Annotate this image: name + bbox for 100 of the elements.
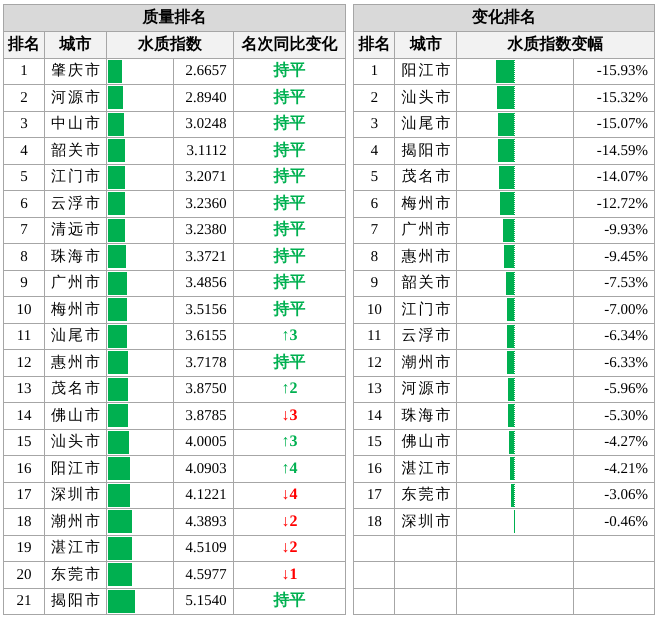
index-cell: 4.5109	[173, 535, 234, 562]
city-cell: 潮州市	[394, 350, 457, 376]
change-cell: 持平	[233, 350, 346, 376]
column-header: 水质指数变幅	[456, 32, 654, 58]
rank-cell: 11	[4, 323, 44, 350]
index-cell: 3.5156	[173, 296, 234, 323]
change-cell: 持平	[233, 217, 346, 244]
index-cell: 4.5977	[173, 562, 234, 588]
rank-cell: 1	[354, 58, 395, 84]
index-cell: 4.0903	[173, 456, 234, 482]
rank-cell: 6	[354, 190, 395, 217]
city-cell: 江门市	[44, 164, 106, 190]
index-cell: 3.6155	[173, 323, 234, 350]
rank-cell: 12	[4, 350, 44, 376]
city-cell: 中山市	[44, 111, 106, 138]
table-title: 质量排名	[4, 4, 346, 32]
index-cell: 5.1540	[173, 588, 234, 614]
index-cell: 3.8785	[173, 402, 234, 429]
change-cell: 持平	[233, 84, 346, 111]
rank-cell: 16	[354, 456, 395, 482]
rank-cell: 21	[4, 588, 44, 614]
rank-cell: 11	[354, 323, 395, 350]
city-cell: 深圳市	[394, 508, 457, 535]
city-cell: 惠州市	[394, 244, 457, 270]
change-cell: ↓3	[233, 402, 346, 429]
rank-cell: 8	[4, 244, 44, 270]
rank-cell: 10	[354, 296, 395, 323]
rank-cell: 8	[354, 244, 395, 270]
city-cell: 珠海市	[44, 244, 106, 270]
change-cell: ↓1	[233, 562, 346, 588]
city-cell: 广州市	[44, 270, 106, 296]
change-rate-cell: -0.46%	[574, 508, 654, 535]
change-cell: 持平	[233, 588, 346, 614]
city-cell: 汕头市	[44, 429, 106, 456]
rank-cell: 4	[4, 138, 44, 164]
index-cell: 3.7178	[173, 350, 234, 376]
change-rate-cell: -6.33%	[574, 350, 654, 376]
change-cell: 持平	[233, 270, 346, 296]
rank-cell: 7	[4, 217, 44, 244]
rank-cell: 17	[4, 482, 44, 508]
index-cell: 3.2360	[173, 190, 234, 217]
city-cell: 汕尾市	[394, 111, 457, 138]
change-rate-cell: -4.27%	[574, 429, 654, 456]
index-cell: 3.3721	[173, 244, 234, 270]
change-rate-cell: -3.06%	[574, 482, 654, 508]
rank-cell: 13	[4, 376, 44, 402]
change-rate-cell: -15.32%	[574, 84, 654, 111]
rank-cell: 18	[354, 508, 395, 535]
city-cell: 佛山市	[394, 429, 457, 456]
index-cell: 3.8750	[173, 376, 234, 402]
rank-cell: 20	[4, 562, 44, 588]
change-cell: ↑2	[233, 376, 346, 402]
city-cell: 茂名市	[394, 164, 457, 190]
change-cell: 持平	[233, 296, 346, 323]
index-cell: 3.4856	[173, 270, 234, 296]
city-cell: 湛江市	[44, 535, 106, 562]
index-cell: 4.0005	[173, 429, 234, 456]
rank-cell: 2	[354, 84, 395, 111]
rank-cell: 19	[4, 535, 44, 562]
city-cell: 汕头市	[394, 84, 457, 111]
change-rate-cell: -14.59%	[574, 138, 654, 164]
rank-cell: 3	[4, 111, 44, 138]
city-cell: 云浮市	[394, 323, 457, 350]
city-cell: 揭阳市	[394, 138, 457, 164]
rank-cell: 9	[4, 270, 44, 296]
column-header: 城市	[394, 32, 457, 58]
change-cell: 持平	[233, 164, 346, 190]
city-cell: 汕尾市	[44, 323, 106, 350]
index-cell: 3.0248	[173, 111, 234, 138]
change-cell: 持平	[233, 138, 346, 164]
index-cell: 2.8940	[173, 84, 234, 111]
change-rate-cell: -9.45%	[574, 244, 654, 270]
column-header: 排名	[4, 32, 44, 58]
rank-cell: 3	[354, 111, 395, 138]
table-title: 变化排名	[354, 4, 654, 32]
city-cell: 肇庆市	[44, 58, 106, 84]
change-rate-cell: -14.07%	[574, 164, 654, 190]
rank-cell: 9	[354, 270, 395, 296]
index-cell: 3.1112	[173, 138, 234, 164]
change-rate-cell: -5.30%	[574, 402, 654, 429]
rank-cell: 5	[354, 164, 395, 190]
city-cell: 河源市	[394, 376, 457, 402]
change-cell: ↓2	[233, 508, 346, 535]
change-rate-cell: -5.96%	[574, 376, 654, 402]
city-cell: 惠州市	[44, 350, 106, 376]
city-cell: 佛山市	[44, 402, 106, 429]
rank-cell: 7	[354, 217, 395, 244]
column-header: 排名	[354, 32, 395, 58]
column-header: 城市	[44, 32, 106, 58]
column-header: 水质指数	[106, 32, 234, 58]
city-cell: 梅州市	[44, 296, 106, 323]
city-cell: 梅州市	[394, 190, 457, 217]
rank-cell: 16	[4, 456, 44, 482]
index-cell: 3.2071	[173, 164, 234, 190]
index-cell: 4.1221	[173, 482, 234, 508]
city-cell: 珠海市	[394, 402, 457, 429]
rank-cell: 14	[354, 402, 395, 429]
city-cell: 东莞市	[44, 562, 106, 588]
change-cell: 持平	[233, 190, 346, 217]
change-rate-cell: -7.00%	[574, 296, 654, 323]
